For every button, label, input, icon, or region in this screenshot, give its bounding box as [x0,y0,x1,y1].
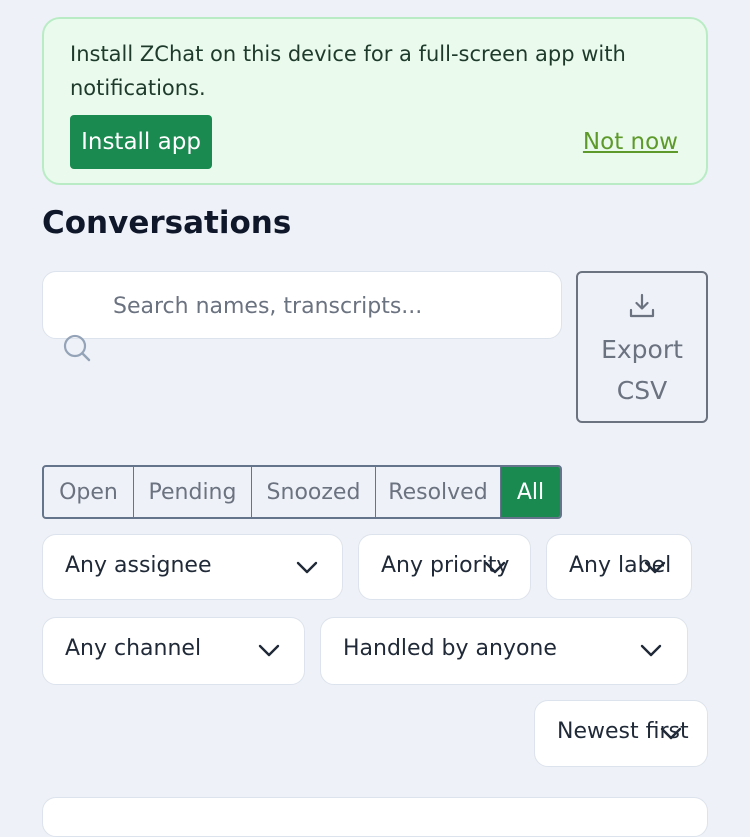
not-now-link[interactable]: Not now [583,129,678,155]
page-title: Conversations [42,205,292,241]
tab-resolved[interactable]: Resolved [376,467,501,517]
label-select[interactable]: Any label [546,534,692,600]
download-icon [629,293,655,318]
install-app-button[interactable]: Install app [70,115,212,169]
priority-select[interactable]: Any priority [358,534,531,600]
tab-all[interactable]: All [501,467,560,517]
chevron-down-icon [484,561,506,574]
channel-select-value: Any channel [65,636,202,661]
channel-select[interactable]: Any channel [42,617,305,685]
chevron-down-icon [660,727,682,740]
conversation-list-card [42,797,708,837]
chevron-down-icon [258,644,280,657]
chevron-down-icon [296,561,318,574]
search-icon [63,334,91,362]
install-banner-message: Install ZChat on this device for a full-… [70,42,626,100]
export-csv-button[interactable]: Export CSV [576,271,708,423]
export-csv-label: Export CSV [601,335,683,405]
assignee-select[interactable]: Any assignee [42,534,343,600]
tab-pending[interactable]: Pending [134,467,252,517]
assignee-select-value: Any assignee [65,553,212,578]
status-tabs: Open Pending Snoozed Resolved All [42,465,562,519]
search-input[interactable] [111,288,541,324]
chevron-down-icon [640,644,662,657]
tab-snoozed[interactable]: Snoozed [252,467,376,517]
install-banner: Install ZChat on this device for a full-… [42,17,708,185]
sort-select[interactable]: Newest first [534,700,708,767]
search-box[interactable] [42,271,562,339]
handled-by-select-value: Handled by anyone [343,636,557,661]
chevron-down-icon [644,561,666,574]
tab-open[interactable]: Open [44,467,134,517]
handled-by-select[interactable]: Handled by anyone [320,617,688,685]
